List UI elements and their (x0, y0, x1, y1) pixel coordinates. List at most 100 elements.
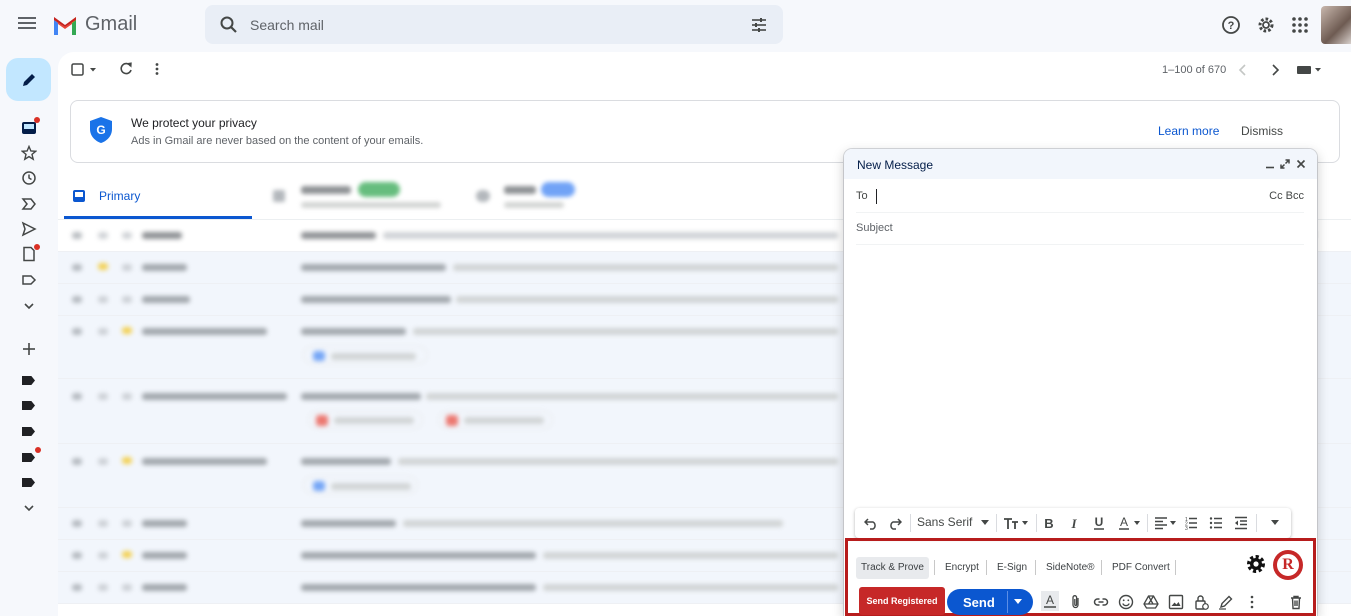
more-chevron-down-icon[interactable] (21, 298, 37, 314)
label-tag-icon[interactable] (22, 453, 35, 462)
indent-less-icon[interactable] (1234, 516, 1248, 530)
svg-text:G: G (96, 123, 105, 137)
rpost-extension-panel: Track & Prove Encrypt E-Sign SideNote® P… (845, 538, 1316, 616)
underline-icon[interactable]: U (1093, 515, 1105, 531)
svg-text:A: A (1120, 515, 1128, 529)
account-avatar[interactable] (1321, 6, 1351, 44)
labels-more-chevron-down-icon[interactable] (21, 500, 37, 516)
tab-track-and-prove[interactable]: Track & Prove (856, 557, 929, 579)
tab-primary-label: Primary (99, 189, 141, 203)
apps-grid-icon[interactable] (1289, 14, 1311, 36)
send-options-caret-icon[interactable] (1014, 599, 1022, 604)
svg-text:3: 3 (1185, 526, 1188, 530)
search-options-icon[interactable] (749, 15, 769, 35)
pagination-count: 1–100 of 670 (1162, 64, 1227, 76)
label-tag-icon[interactable] (22, 401, 35, 410)
more-options-icon[interactable] (154, 62, 160, 76)
label-tag-icon[interactable] (22, 478, 35, 487)
extension-settings-gear-icon[interactable] (1245, 553, 1267, 575)
cc-bcc-link[interactable]: Cc Bcc (1269, 190, 1304, 202)
gmail-logo[interactable]: Gmail (52, 13, 137, 36)
insert-photo-icon[interactable] (1168, 594, 1184, 610)
compose-button[interactable] (6, 58, 51, 101)
redo-icon[interactable] (888, 516, 902, 530)
formatting-options-icon[interactable]: A (1041, 591, 1059, 611)
send-divider (1007, 591, 1008, 613)
text-cursor (876, 189, 877, 204)
settings-gear-icon[interactable] (1255, 14, 1277, 36)
close-icon[interactable] (1296, 159, 1306, 169)
svg-text:A: A (1046, 593, 1054, 607)
label-tag-icon[interactable] (22, 427, 35, 436)
insert-link-icon[interactable] (1093, 594, 1109, 610)
fullscreen-icon[interactable] (1280, 159, 1290, 169)
tab-e-sign[interactable]: E-Sign (992, 557, 1032, 579)
tab-divider (1175, 560, 1176, 575)
starred-icon[interactable] (21, 145, 37, 161)
input-tools-keyboard-icon[interactable] (1296, 65, 1322, 75)
search-icon[interactable] (219, 15, 239, 35)
create-label-plus-icon[interactable] (21, 341, 37, 357)
toolbar-divider (1256, 514, 1257, 532)
font-family-select[interactable]: Sans Serif (917, 515, 972, 529)
subject-input[interactable]: Subject (856, 219, 1304, 245)
minimize-icon[interactable] (1265, 159, 1275, 169)
insert-signature-pen-icon[interactable] (1218, 594, 1234, 610)
tab-sidenote[interactable]: SideNote® (1041, 557, 1100, 579)
recipients-field[interactable]: To Cc Bcc (856, 187, 1304, 213)
more-formatting-caret-icon[interactable] (1271, 520, 1279, 526)
attach-file-icon[interactable] (1068, 594, 1084, 610)
text-color-icon[interactable]: A (1118, 515, 1142, 531)
left-rail (0, 50, 58, 616)
tab-encrypt[interactable]: Encrypt (940, 557, 984, 579)
bulleted-list-icon[interactable] (1209, 516, 1223, 530)
toolbar-divider (996, 514, 997, 532)
to-label: To (856, 190, 868, 202)
confidential-mode-lock-icon[interactable] (1193, 594, 1209, 610)
categories-label-icon[interactable] (21, 272, 37, 288)
font-size-icon[interactable] (1003, 516, 1031, 530)
more-options-icon[interactable] (1244, 594, 1260, 610)
numbered-list-icon[interactable]: 123 (1184, 516, 1198, 530)
snoozed-icon[interactable] (21, 170, 37, 186)
select-all-checkbox[interactable] (71, 63, 101, 77)
send-registered-button[interactable]: Send Registered (859, 587, 945, 615)
app-name: Gmail (85, 13, 138, 35)
send-button[interactable]: Send (947, 589, 1033, 615)
google-drive-icon[interactable] (1143, 594, 1159, 610)
label-notification-dot (35, 447, 41, 453)
discard-draft-trash-icon[interactable] (1288, 594, 1304, 610)
pencil-icon (22, 73, 35, 86)
tab-divider (986, 560, 987, 575)
rpost-logo-letter: R (1276, 553, 1300, 577)
toolbar-divider (1036, 514, 1037, 532)
sent-icon[interactable] (21, 221, 37, 237)
rpost-logo[interactable]: R (1273, 550, 1303, 580)
drafts-notification-dot (34, 244, 40, 250)
newer-chevron-left-icon[interactable] (1238, 64, 1248, 76)
main-menu-icon[interactable] (18, 14, 40, 36)
insert-emoji-icon[interactable] (1118, 594, 1134, 610)
bold-icon[interactable]: B (1043, 516, 1055, 530)
tab-divider (1101, 560, 1102, 575)
important-icon[interactable] (21, 196, 37, 212)
dismiss-button[interactable]: Dismiss (1241, 124, 1283, 138)
toolbar-divider (1147, 514, 1148, 532)
tab-primary[interactable]: Primary (64, 176, 252, 219)
compose-header[interactable]: New Message (844, 149, 1317, 179)
italic-icon[interactable]: I (1068, 516, 1080, 530)
undo-icon[interactable] (864, 516, 878, 530)
tab-pdf-convert[interactable]: PDF Convert (1107, 557, 1175, 579)
label-tag-icon[interactable] (22, 376, 35, 385)
help-icon[interactable]: ? (1220, 14, 1242, 36)
font-dropdown-caret-icon[interactable] (981, 520, 989, 526)
align-icon[interactable] (1154, 516, 1178, 530)
older-chevron-right-icon[interactable] (1270, 64, 1280, 76)
search-bar[interactable]: Search mail (205, 5, 783, 44)
formatting-toolbar: Sans Serif B I U A 123 (855, 508, 1291, 538)
google-shield-icon: G (90, 117, 112, 143)
svg-text:U: U (1095, 515, 1104, 529)
learn-more-link[interactable]: Learn more (1158, 124, 1219, 138)
refresh-icon[interactable] (119, 62, 133, 76)
search-input[interactable]: Search mail (250, 17, 324, 33)
